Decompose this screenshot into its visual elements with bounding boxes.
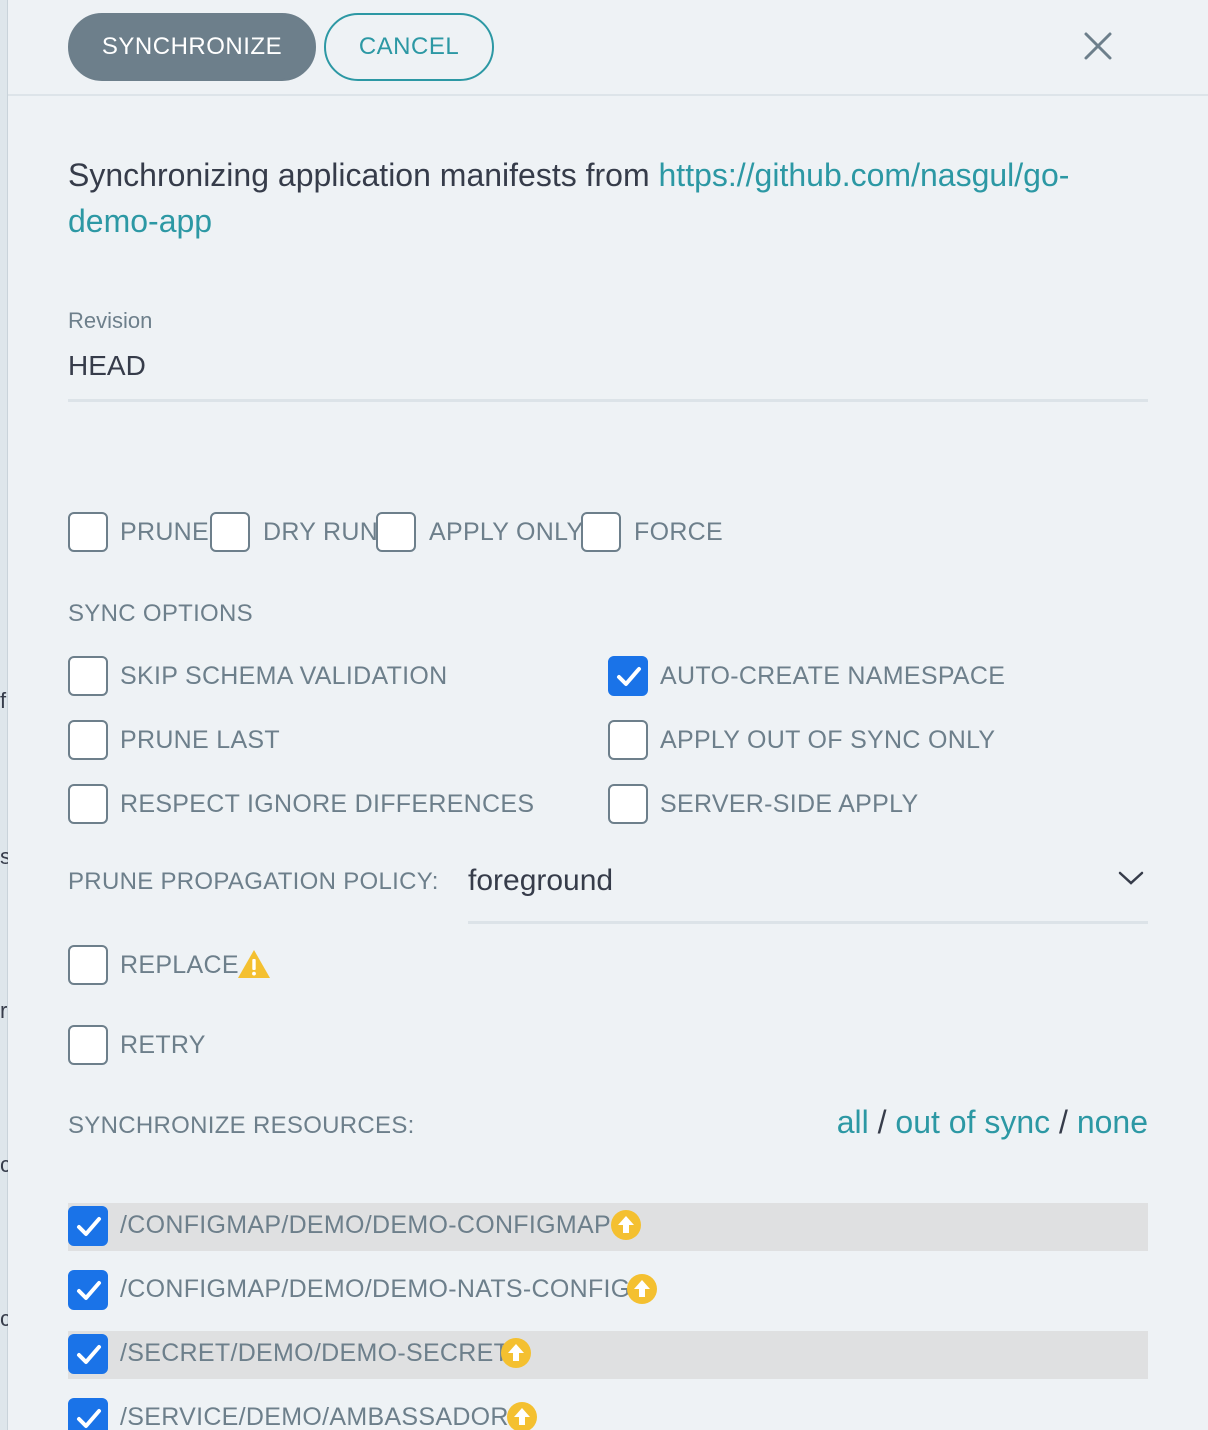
- resource-row[interactable]: /SECRET/DEMO/DEMO-SECRET: [68, 1331, 1148, 1379]
- prune-last-checkbox[interactable]: [68, 720, 108, 760]
- warning-icon: [236, 948, 272, 985]
- prune-propagation-policy-select[interactable]: foreground: [468, 856, 1148, 924]
- checkmark-icon: [77, 1409, 101, 1428]
- sync-options-title: SYNC OPTIONS: [68, 600, 253, 627]
- force-checkbox[interactable]: [581, 512, 621, 552]
- skip-schema-validation-label: SKIP SCHEMA VALIDATION: [120, 662, 448, 690]
- select-out-of-sync-link[interactable]: out of sync: [895, 1104, 1050, 1140]
- intro-prefix: Synchronizing application manifests from: [68, 157, 659, 193]
- checkmark-icon: [617, 667, 641, 686]
- apply-out-of-sync-only-label: APPLY OUT OF SYNC ONLY: [660, 726, 996, 754]
- retry-checkbox[interactable]: [68, 1025, 108, 1065]
- background-page-edge: f s r c c: [0, 0, 8, 1430]
- resource-row[interactable]: /CONFIGMAP/DEMO/DEMO-NATS-CONFIG: [68, 1267, 1148, 1315]
- resource-label: /CONFIGMAP/DEMO/DEMO-CONFIGMAP: [120, 1211, 611, 1239]
- chevron-down-icon: [1118, 870, 1144, 891]
- prune-propagation-policy-value: foreground: [468, 864, 614, 897]
- out-of-sync-arrow-icon: [500, 1337, 532, 1369]
- prune-propagation-policy-label: PRUNE PROPAGATION POLICY:: [68, 868, 439, 895]
- panel-header: SYNCHRONIZE CANCEL: [8, 0, 1208, 96]
- resource-label: /SERVICE/DEMO/AMBASSADOR: [120, 1403, 509, 1430]
- revision-input[interactable]: HEAD: [68, 344, 1148, 402]
- out-of-sync-arrow-icon: [506, 1401, 538, 1430]
- out-of-sync-arrow-icon: [626, 1273, 658, 1305]
- background-text-fragment: c: [0, 1152, 8, 1177]
- background-text-fragment: s: [0, 844, 8, 869]
- cancel-button[interactable]: CANCEL: [324, 13, 494, 81]
- auto-create-namespace-checkbox[interactable]: [608, 656, 648, 696]
- apply-only-label: APPLY ONLY: [429, 518, 584, 546]
- out-of-sync-arrow-icon: [610, 1209, 642, 1241]
- resource-filter-links: all / out of sync / none: [837, 1104, 1148, 1141]
- resource-label: /SECRET/DEMO/DEMO-SECRET: [120, 1339, 510, 1367]
- resource-checkbox[interactable]: [68, 1270, 108, 1310]
- synchronize-button[interactable]: SYNCHRONIZE: [68, 13, 316, 81]
- server-side-apply-label: SERVER-SIDE APPLY: [660, 790, 919, 818]
- replace-label: REPLACE: [120, 951, 239, 979]
- checkmark-icon: [77, 1281, 101, 1300]
- filter-separator: /: [877, 1104, 887, 1140]
- prune-last-label: PRUNE LAST: [120, 726, 280, 754]
- background-text-fragment: r: [0, 998, 8, 1023]
- dry-run-checkbox[interactable]: [210, 512, 250, 552]
- prune-label: PRUNE: [120, 518, 210, 546]
- prune-checkbox[interactable]: [68, 512, 108, 552]
- skip-schema-validation-checkbox[interactable]: [68, 656, 108, 696]
- resource-checkbox[interactable]: [68, 1206, 108, 1246]
- respect-ignore-differences-label: RESPECT IGNORE DIFFERENCES: [120, 790, 535, 818]
- apply-out-of-sync-only-checkbox[interactable]: [608, 720, 648, 760]
- checkmark-icon: [77, 1345, 101, 1364]
- replace-checkbox[interactable]: [68, 945, 108, 985]
- close-icon[interactable]: [1082, 30, 1114, 62]
- resource-checkbox[interactable]: [68, 1398, 108, 1430]
- background-text-fragment: f: [0, 688, 7, 713]
- synchronize-resources-title: SYNCHRONIZE RESOURCES:: [68, 1112, 415, 1139]
- resource-row[interactable]: /CONFIGMAP/DEMO/DEMO-CONFIGMAP: [68, 1203, 1148, 1251]
- respect-ignore-differences-checkbox[interactable]: [68, 784, 108, 824]
- select-none-link[interactable]: none: [1077, 1104, 1148, 1140]
- resource-row[interactable]: /SERVICE/DEMO/AMBASSADOR: [68, 1395, 1148, 1430]
- force-label: FORCE: [634, 518, 723, 546]
- select-all-link[interactable]: all: [837, 1104, 869, 1140]
- intro-text: Synchronizing application manifests from…: [68, 152, 1148, 244]
- resource-checkbox[interactable]: [68, 1334, 108, 1374]
- revision-label: Revision: [68, 308, 153, 333]
- filter-separator: /: [1059, 1104, 1068, 1140]
- dry-run-label: DRY RUN: [263, 518, 379, 546]
- server-side-apply-checkbox[interactable]: [608, 784, 648, 824]
- resource-label: /CONFIGMAP/DEMO/DEMO-NATS-CONFIG: [120, 1275, 631, 1303]
- background-text-fragment: c: [0, 1306, 8, 1331]
- auto-create-namespace-label: AUTO-CREATE NAMESPACE: [660, 662, 1006, 690]
- apply-only-checkbox[interactable]: [376, 512, 416, 552]
- checkmark-icon: [77, 1217, 101, 1236]
- retry-label: RETRY: [120, 1031, 206, 1059]
